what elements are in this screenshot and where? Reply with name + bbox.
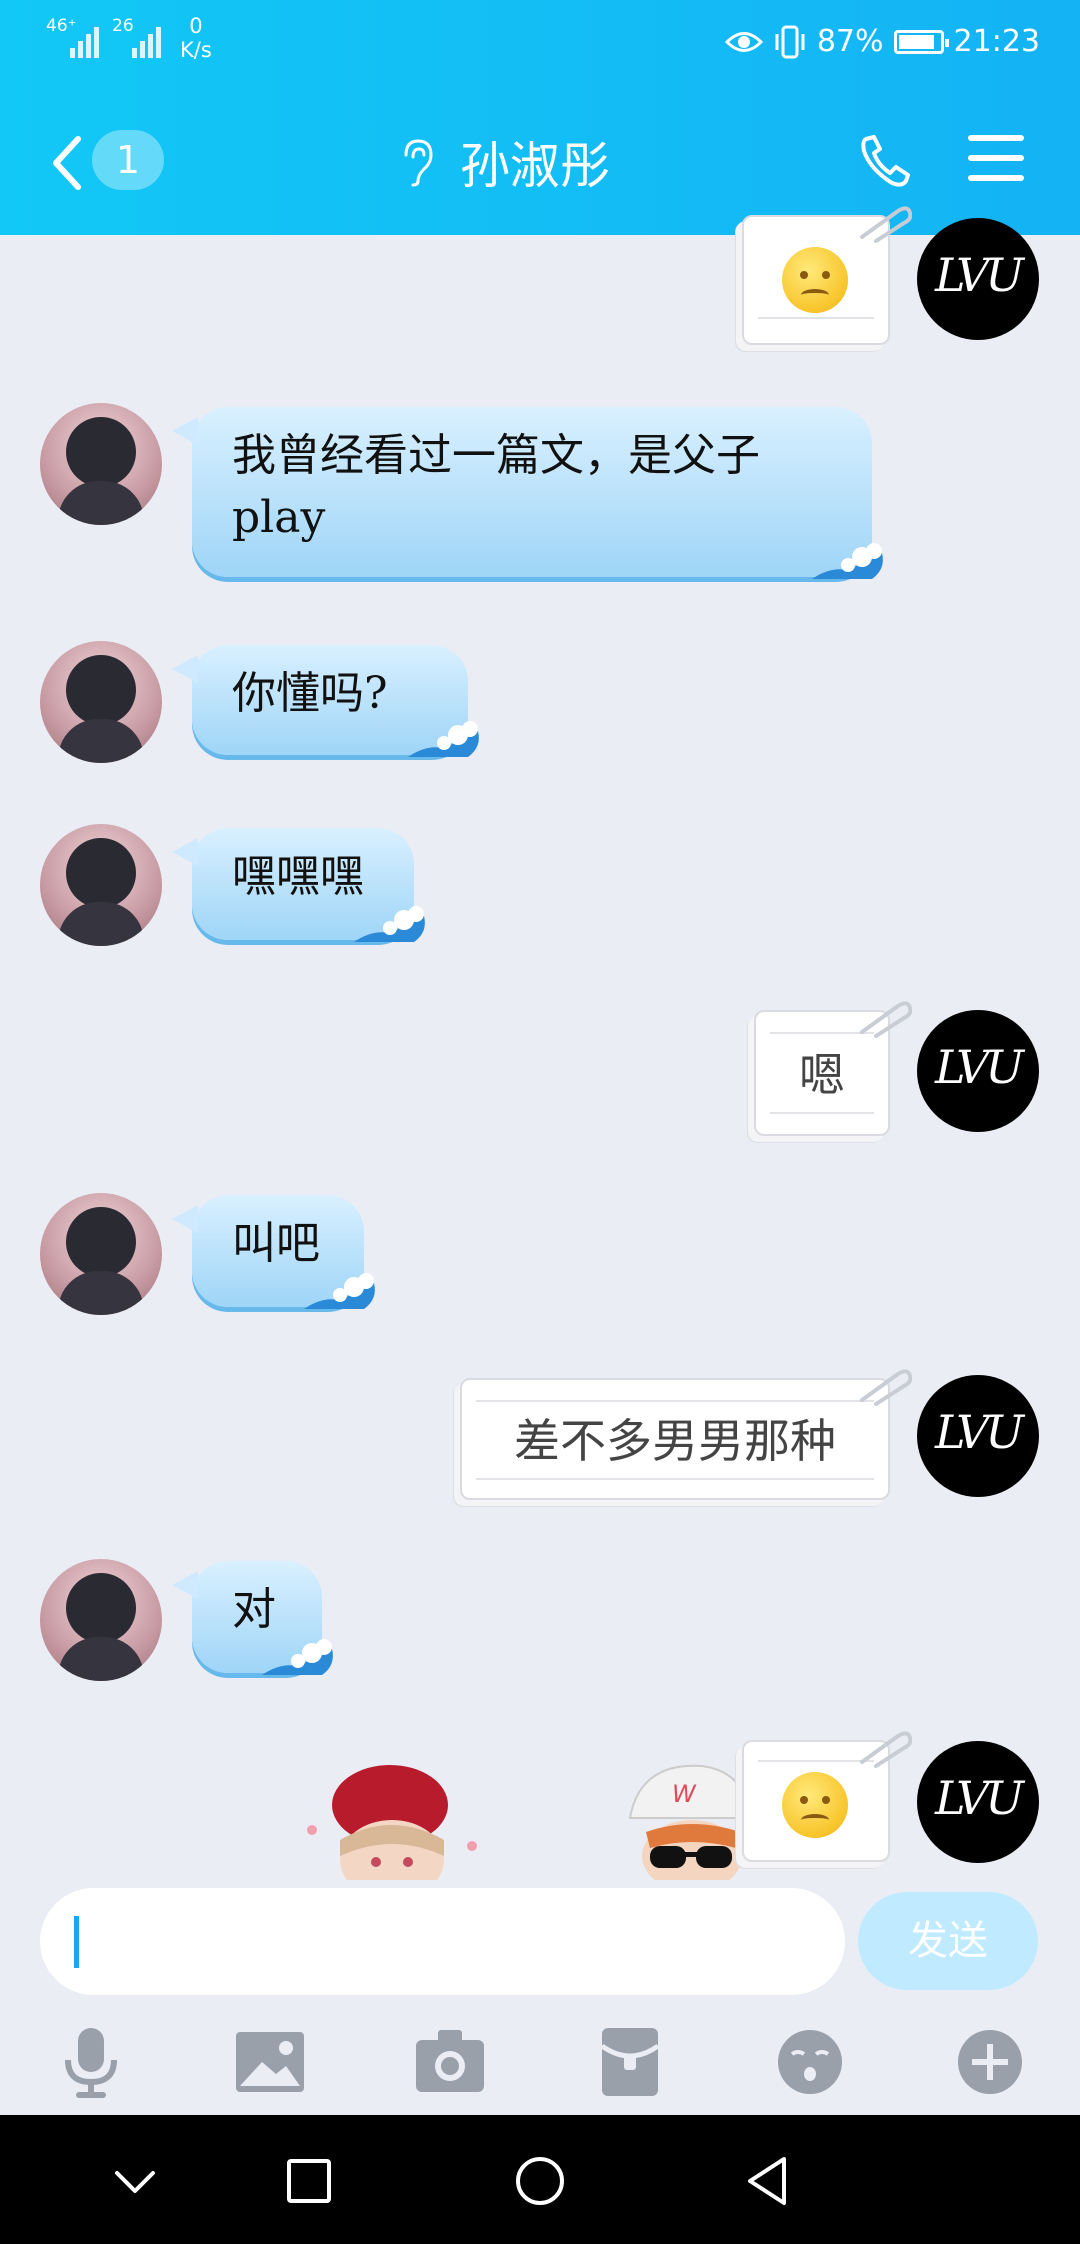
system-navigation-bar xyxy=(0,2115,1080,2244)
contact-avatar[interactable] xyxy=(40,1559,162,1681)
network-speed: 0 K/s xyxy=(180,14,212,62)
recent-apps-icon[interactable] xyxy=(281,2153,337,2209)
wave-decoration-icon xyxy=(408,721,479,757)
contact-name: 孙淑彤 xyxy=(460,137,610,195)
sim2-label: 26 xyxy=(112,16,134,36)
input-toolbar xyxy=(0,2010,1080,2114)
status-bar: 46⁺ 26 0 K/s 87% 21:23 xyxy=(0,0,1080,85)
vibrate-icon xyxy=(775,25,805,59)
phone-icon[interactable] xyxy=(858,133,914,189)
text-cursor xyxy=(74,1916,79,1968)
image-icon[interactable] xyxy=(230,2022,310,2102)
contact-avatar[interactable] xyxy=(40,824,162,946)
message-bubble-left[interactable]: 我曾经看过一篇文，是父子play xyxy=(172,407,883,579)
earpiece-icon xyxy=(404,139,433,187)
camera-icon[interactable] xyxy=(410,2022,490,2102)
message-text: 我曾经看过一篇文，是父子play xyxy=(232,430,760,543)
paperclip-icon xyxy=(860,1731,912,1768)
sad-emoji-icon xyxy=(782,247,848,313)
paperclip-icon xyxy=(860,1001,912,1038)
message-text: 差不多男男那种 xyxy=(514,1414,836,1468)
message-bubble-left[interactable]: 对 xyxy=(172,1561,333,1675)
plus-icon[interactable] xyxy=(950,2022,1030,2102)
message-text: 嗯 xyxy=(799,1048,845,1102)
wave-decoration-icon xyxy=(262,1639,333,1675)
message-bubble-left[interactable]: 叫吧 xyxy=(172,1195,375,1309)
message-bubble-right[interactable] xyxy=(742,206,912,345)
red-packet-icon[interactable] xyxy=(590,2022,670,2102)
svg-text:W: W xyxy=(672,1780,697,1808)
sad-emoji-icon xyxy=(782,1772,848,1838)
chat-header: 46⁺ 26 0 K/s 87% 21:23 1 孙淑彤 xyxy=(0,0,1080,235)
battery-percent: 87% xyxy=(816,24,884,59)
paperclip-icon xyxy=(860,1369,912,1406)
home-icon[interactable] xyxy=(512,2153,568,2209)
message-text: 嘿嘿嘿 xyxy=(232,851,364,902)
back-icon[interactable] xyxy=(740,2153,796,2209)
message-text: 叫吧 xyxy=(232,1218,320,1269)
microphone-icon[interactable] xyxy=(50,2022,130,2102)
my-avatar[interactable]: LVU xyxy=(917,1010,1039,1132)
paperclip-icon xyxy=(860,206,912,243)
message-text: 你懂吗? xyxy=(232,668,388,719)
signal-strength-icon-2 xyxy=(132,22,161,58)
message-bubble-right[interactable] xyxy=(742,1731,912,1862)
eye-icon xyxy=(724,32,763,52)
signal-strength-icon xyxy=(70,22,99,58)
message-text: 对 xyxy=(232,1584,276,1635)
collapse-icon[interactable] xyxy=(107,2153,163,2209)
wave-decoration-icon xyxy=(304,1273,375,1309)
emoji-icon[interactable] xyxy=(770,2022,850,2102)
wave-decoration-icon xyxy=(812,543,883,579)
message-bubble-left[interactable]: 你懂吗? xyxy=(172,645,479,757)
contact-avatar[interactable] xyxy=(40,403,162,525)
contact-avatar[interactable] xyxy=(40,641,162,763)
message-bubble-right[interactable]: 嗯 xyxy=(754,1001,912,1136)
clock: 21:23 xyxy=(953,24,1040,59)
contact-avatar[interactable] xyxy=(40,1193,162,1315)
message-bubble-left[interactable]: 嘿嘿嘿 xyxy=(172,828,425,942)
message-bubble-right[interactable]: 差不多男男那种 xyxy=(460,1369,912,1500)
wave-decoration-icon xyxy=(354,906,425,942)
battery-icon xyxy=(893,30,949,54)
my-avatar[interactable]: LVU xyxy=(917,1375,1039,1497)
nav-bar: 1 孙淑彤 xyxy=(0,115,1080,205)
status-right: 87% 21:23 xyxy=(724,22,1040,62)
my-avatar[interactable]: LVU xyxy=(917,218,1039,340)
unread-badge[interactable]: 1 xyxy=(92,130,164,190)
message-input[interactable] xyxy=(40,1888,845,1995)
back-arrow-icon[interactable] xyxy=(48,133,88,193)
send-button[interactable]: 发送 xyxy=(858,1892,1038,1990)
input-bar: 发送 xyxy=(0,1860,1080,2010)
contact-title[interactable]: 孙淑彤 xyxy=(400,127,610,197)
my-avatar[interactable]: LVU xyxy=(917,1741,1039,1863)
menu-icon[interactable] xyxy=(968,135,1024,185)
